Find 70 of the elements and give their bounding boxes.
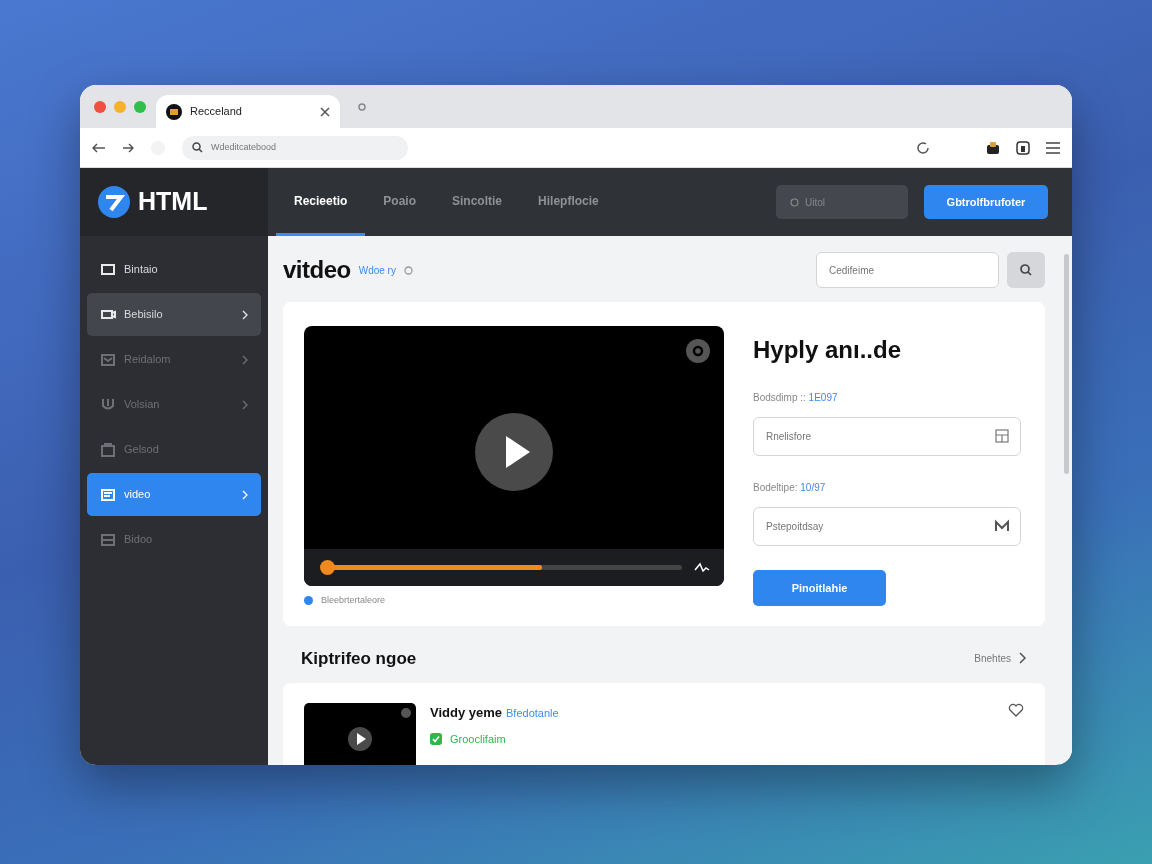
list-icon — [100, 531, 116, 548]
list-icon — [100, 486, 116, 503]
tab-title: Recceland — [190, 104, 243, 120]
back-icon[interactable] — [92, 141, 106, 154]
info-icon — [403, 265, 413, 275]
primary-button[interactable]: Pinoitlahie — [753, 570, 886, 606]
nav-tab[interactable]: Sincoltie — [434, 168, 521, 236]
chevron-right-icon — [242, 309, 248, 320]
header-search-field[interactable]: Uitol — [776, 185, 908, 219]
video-title: Viddy yeme — [430, 704, 503, 722]
sidebar-item[interactable]: Bebisilo — [87, 293, 261, 336]
play-icon[interactable] — [475, 413, 553, 491]
field-label: Bodsdimp :: 1E097 — [753, 391, 839, 405]
heart-icon[interactable] — [1008, 703, 1024, 717]
section-title: Kiptrifeo ngoe — [301, 647, 417, 670]
header-button[interactable]: Gbtrolfbrufoter — [924, 185, 1048, 219]
new-tab-icon[interactable] — [358, 102, 366, 111]
field-label: Bodeltipe: 10/97 — [753, 481, 827, 495]
chevron-icon[interactable] — [995, 519, 1009, 533]
subtitle-link[interactable]: Wdoe ry — [358, 262, 396, 278]
wave-icon[interactable] — [694, 561, 710, 574]
logo-text: HTML — [138, 186, 208, 218]
browser-tab[interactable]: Recceland — [156, 95, 340, 128]
chevron-right-icon — [242, 354, 248, 365]
settings-icon[interactable] — [401, 708, 411, 718]
list-icon — [100, 261, 116, 278]
search-icon — [192, 142, 203, 153]
video-thumbnail[interactable] — [304, 703, 416, 765]
detail-title: Hyply anı..de — [753, 335, 903, 365]
nav-tab[interactable]: Recieetio — [276, 168, 366, 236]
search-placeholder: Uitol — [805, 195, 825, 210]
input-field[interactable]: Pstepoitdsay — [753, 507, 1021, 546]
search-field[interactable]: Cedifeime — [816, 252, 999, 288]
progress-handle[interactable] — [320, 560, 335, 575]
nav-tab[interactable]: Poaio — [365, 168, 435, 236]
status-dot-icon — [304, 596, 313, 606]
page-title: vitdeo — [283, 255, 351, 285]
logo-icon — [98, 186, 130, 218]
search-button[interactable] — [1007, 252, 1045, 288]
extension-icon[interactable] — [986, 140, 1000, 155]
forward-icon[interactable] — [122, 141, 134, 154]
see-all-link[interactable]: Bnehtes — [974, 650, 1011, 666]
grid-icon[interactable] — [995, 429, 1009, 443]
scrollbar-thumb[interactable] — [1063, 254, 1069, 474]
check-icon — [430, 732, 442, 745]
status-text: Grooclifaim — [450, 731, 506, 747]
video-caption: Bleebrtertaleore — [321, 594, 386, 607]
maximize-dot-icon[interactable] — [134, 100, 146, 113]
chevron-right-icon — [242, 399, 248, 410]
sidebar-item[interactable]: video — [87, 473, 261, 516]
reload-icon[interactable] — [916, 140, 930, 155]
settings-icon[interactable] — [686, 339, 710, 363]
favicon-icon — [166, 103, 182, 120]
chevron-right-icon[interactable] — [1019, 652, 1027, 665]
search-icon — [790, 197, 799, 207]
list-icon — [100, 351, 116, 368]
chevron-right-icon — [242, 489, 248, 500]
nav-tab[interactable]: Hilepflocie — [520, 168, 617, 236]
minimize-dot-icon[interactable] — [114, 100, 126, 113]
url-text: Wdeditcatebood — [211, 140, 277, 154]
video-link[interactable]: Bfedotanle — [506, 704, 559, 721]
search-icon — [1020, 264, 1032, 276]
play-icon[interactable] — [348, 727, 372, 751]
list-icon — [100, 441, 116, 458]
menu-icon[interactable] — [1046, 141, 1060, 154]
close-icon[interactable] — [320, 106, 330, 117]
close-dot-icon[interactable] — [94, 100, 106, 113]
address-bar[interactable]: Wdeditcatebood — [182, 135, 408, 160]
sidebar-item[interactable]: Bintaio — [87, 248, 261, 291]
input-field[interactable]: Rnelisfore — [753, 417, 1021, 456]
